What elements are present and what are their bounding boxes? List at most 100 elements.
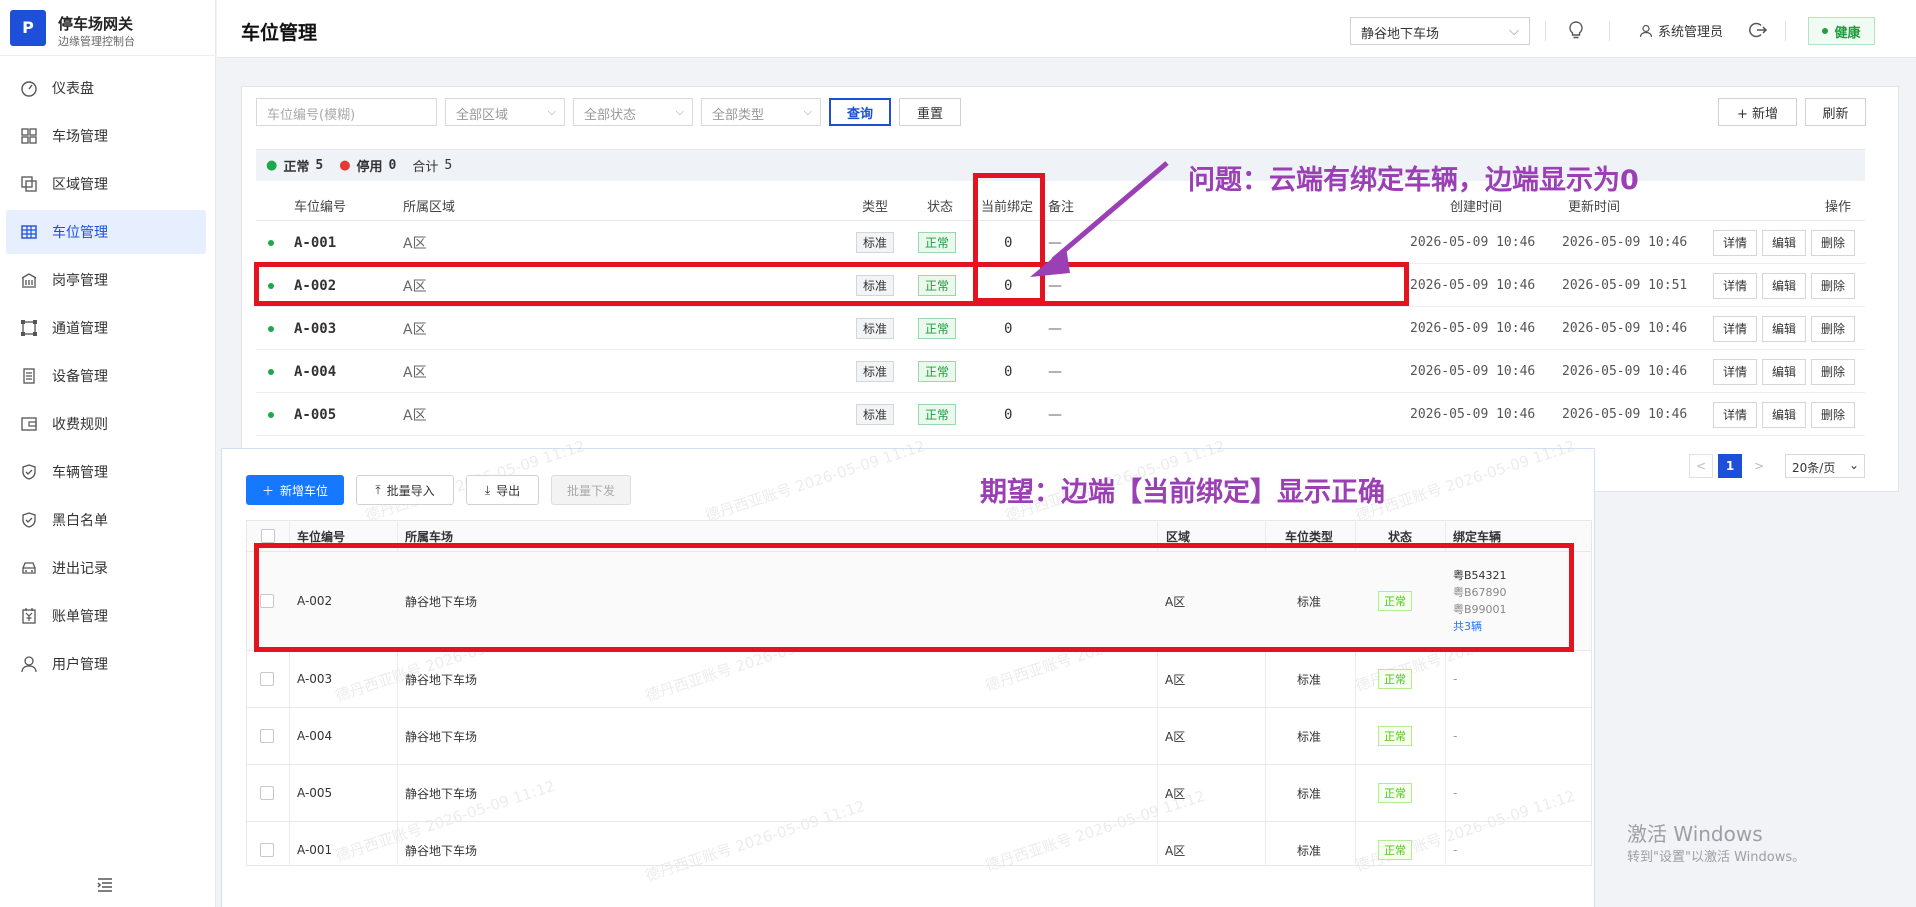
collapse-menu-icon[interactable] — [96, 877, 114, 893]
cloud-space-code: A-003 — [297, 672, 333, 686]
user-menu[interactable]: 系统管理员 — [1639, 21, 1723, 40]
col-status: 状态 — [927, 200, 954, 215]
reset-button[interactable]: 重置 — [899, 98, 961, 126]
lightbulb-icon[interactable] — [1567, 20, 1585, 40]
edit-button[interactable]: 编辑 — [1762, 272, 1806, 299]
row-checkbox[interactable] — [260, 729, 274, 743]
prev-page-button[interactable]: < — [1689, 454, 1713, 478]
bound-count: 0 — [1004, 320, 1013, 337]
export-button[interactable]: ⤓ 导出 — [466, 475, 539, 505]
detail-button[interactable]: 详情 — [1713, 401, 1757, 428]
sidebar-item-3[interactable]: 车位管理 — [6, 210, 206, 254]
row-checkbox[interactable] — [260, 672, 274, 686]
next-page-button[interactable]: > — [1747, 454, 1771, 478]
cloud-status-tag: 正常 — [1378, 840, 1412, 860]
page-1-button[interactable]: 1 — [1718, 454, 1742, 478]
arrow-icon — [1030, 161, 1169, 277]
parking-lot-select[interactable]: 静谷地下车场 ⌵ — [1350, 17, 1530, 45]
problem-annotation: 问题：云端有绑定车辆，边端显示为0 — [1188, 165, 1639, 196]
sidebar-item-0[interactable]: 仪表盘 — [6, 66, 206, 110]
row-checkbox[interactable] — [260, 843, 274, 857]
space-area: A区 — [403, 364, 427, 381]
cloud-table-row: A-001 静谷地下车场 A区 标准 正常 - — [247, 821, 1591, 878]
detail-button[interactable]: 详情 — [1713, 315, 1757, 342]
chevron-down-icon: ⌵ — [547, 105, 556, 118]
status-dot-icon — [268, 221, 274, 264]
sidebar-item-2[interactable]: 区域管理 — [6, 162, 206, 206]
sidebar-item-4[interactable]: 岗亭管理 — [6, 258, 206, 302]
type-filter-select[interactable]: 全部类型 ⌵ — [701, 98, 821, 126]
sidebar-item-7[interactable]: 收费规则 — [6, 402, 206, 446]
sidebar-item-11[interactable]: 账单管理 — [6, 594, 206, 638]
car-icon — [20, 559, 38, 577]
sidebar-item-1[interactable]: 车场管理 — [6, 114, 206, 158]
space-code: A-005 — [294, 406, 337, 423]
divider — [1545, 21, 1546, 41]
cloud-area: A区 — [1165, 672, 1186, 687]
type-tag: 标准 — [856, 404, 895, 425]
chevron-down-icon: ⌄ — [1848, 458, 1859, 472]
select-all-checkbox[interactable] — [261, 529, 275, 543]
sidebar-item-6[interactable]: 设备管理 — [6, 354, 206, 398]
remark: — — [1048, 320, 1062, 337]
cloud-area: A区 — [1165, 843, 1186, 858]
status-filter-select[interactable]: 全部状态 ⌵ — [573, 98, 693, 126]
sidebar-item-5[interactable]: 通道管理 — [6, 306, 206, 350]
sidebar-item-label: 用户管理 — [52, 657, 108, 673]
sidebar-item-12[interactable]: 用户管理 — [6, 642, 206, 686]
windows-activation-title: 激活 Windows — [1627, 822, 1763, 846]
delete-button[interactable]: 删除 — [1811, 272, 1855, 299]
logout-icon[interactable] — [1748, 20, 1768, 40]
refresh-button[interactable]: 刷新 — [1805, 98, 1866, 126]
area-filter-select[interactable]: 全部区域 ⌵ — [445, 98, 565, 126]
cloud-space-code: A-001 — [297, 843, 333, 857]
delete-button[interactable]: 删除 — [1811, 315, 1855, 342]
detail-button[interactable]: 详情 — [1713, 358, 1757, 385]
status-dot-icon — [268, 393, 274, 436]
cloud-space-code: A-005 — [297, 786, 333, 800]
divider — [1609, 21, 1610, 41]
status-dot-icon: ● — [266, 158, 278, 173]
table-row: A-003 A区 标准 正常 0 — 2026-05-09 10:46 2026-05-09 … — [256, 307, 1865, 350]
type-filter-value: 全部类型 — [712, 108, 765, 123]
keyword-search-input[interactable]: 车位编号(模糊) — [256, 98, 437, 126]
created-time: 2026-05-09 10:46 — [1410, 278, 1536, 293]
shield-icon — [20, 463, 38, 481]
space-code: A-004 — [294, 363, 337, 380]
row-checkbox[interactable] — [260, 786, 274, 800]
space-area: A区 — [403, 321, 427, 338]
page-size-select[interactable]: 20条/页 ⌄ — [1785, 454, 1865, 478]
add-space-button[interactable]: ＋ 新增车位 — [246, 475, 344, 505]
delete-button[interactable]: 删除 — [1811, 229, 1855, 256]
status-filter-value: 全部状态 — [584, 108, 637, 123]
detail-button[interactable]: 详情 — [1713, 272, 1757, 299]
col-area: 所属区域 — [403, 200, 456, 215]
delete-button[interactable]: 删除 — [1811, 401, 1855, 428]
area-icon — [20, 175, 38, 193]
add-space-label: 新增车位 — [280, 483, 329, 498]
sidebar-item-8[interactable]: 车辆管理 — [6, 450, 206, 494]
delete-button[interactable]: 删除 — [1811, 358, 1855, 385]
edit-button[interactable]: 编辑 — [1762, 401, 1806, 428]
cloud-lot: 静谷地下车场 — [405, 729, 478, 744]
summary-disabled-count: 0 — [388, 158, 397, 173]
sidebar-item-label: 通道管理 — [52, 321, 108, 337]
cloud-table-row: A-003 静谷地下车场 A区 标准 正常 - — [247, 650, 1591, 707]
add-button[interactable]: + 新增 — [1718, 98, 1797, 126]
search-placeholder: 车位编号(模糊) — [267, 108, 356, 123]
batch-dispatch-button[interactable]: 批量下发 — [551, 475, 631, 505]
edit-button[interactable]: 编辑 — [1762, 358, 1806, 385]
col-created: 创建时间 — [1450, 200, 1503, 215]
sidebar-item-9[interactable]: 黑白名单 — [6, 498, 206, 542]
edit-button[interactable]: 编辑 — [1762, 229, 1806, 256]
cloud-status-tag: 正常 — [1378, 726, 1412, 746]
batch-import-button[interactable]: ⤒ 批量导入 — [356, 475, 454, 505]
brand-subtitle: 边缘管理控制台 — [58, 35, 135, 48]
edit-button[interactable]: 编辑 — [1762, 315, 1806, 342]
query-button[interactable]: 查询 — [829, 98, 891, 126]
detail-button[interactable]: 详情 — [1713, 229, 1757, 256]
status-dot-icon: ● — [339, 158, 351, 173]
brand-logo: P — [10, 10, 46, 46]
sidebar-item-10[interactable]: 进出记录 — [6, 546, 206, 590]
sidebar-item-label: 车位管理 — [52, 225, 108, 241]
